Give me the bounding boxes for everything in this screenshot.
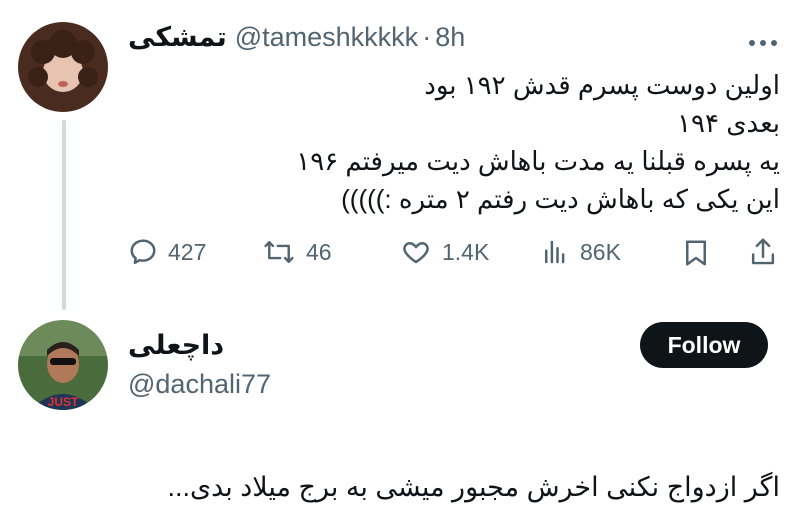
views-button[interactable]: 86K [540,237,621,267]
thread-line [62,120,66,310]
tweet-text: اولین دوست پسرم قدش ۱۹۲ بود بعدی ۱۹۴ یه … [296,70,780,214]
retweet-button[interactable]: 46 [262,237,332,267]
reply-user-handle[interactable]: @dachali77 [128,369,271,400]
heart-icon [403,242,429,264]
reply-user-info: داچعلی @dachali77 [128,330,271,400]
avatar-dachali77[interactable]: JUST [18,320,108,410]
views-count: 86K [580,238,621,265]
like-button[interactable]: 1.4K [400,237,489,267]
tweet-time[interactable]: 8h [435,22,465,53]
retweet-icon [264,241,294,263]
like-count: 1.4K [442,238,490,265]
share-icon[interactable] [748,236,778,273]
reply-button[interactable]: 427 [128,237,206,267]
reply-text: اگر ازدواج نکنی اخرش مجبور میشی به برج م… [167,472,780,502]
avatar-image [28,30,98,92]
user-handle[interactable]: @tameshkkkkk [235,22,418,53]
tweet-header: تمشکی @tameshkkkkk · 8h [128,22,465,53]
retweet-count: 46 [306,238,332,265]
display-name[interactable]: تمشکی [128,22,227,53]
avatar-image: JUST [30,342,96,410]
reply-display-name[interactable]: داچعلی [128,330,271,361]
separator-dot: · [422,22,432,52]
avatar-tameshkkkkk[interactable] [18,22,108,112]
views-icon [545,240,565,264]
reply-icon [130,239,156,264]
follow-button[interactable]: Follow [640,322,768,368]
svg-text:JUST: JUST [48,395,79,409]
more-dots-icon[interactable] [748,28,778,54]
reply-count: 427 [168,238,207,265]
bookmark-icon[interactable] [682,238,710,273]
